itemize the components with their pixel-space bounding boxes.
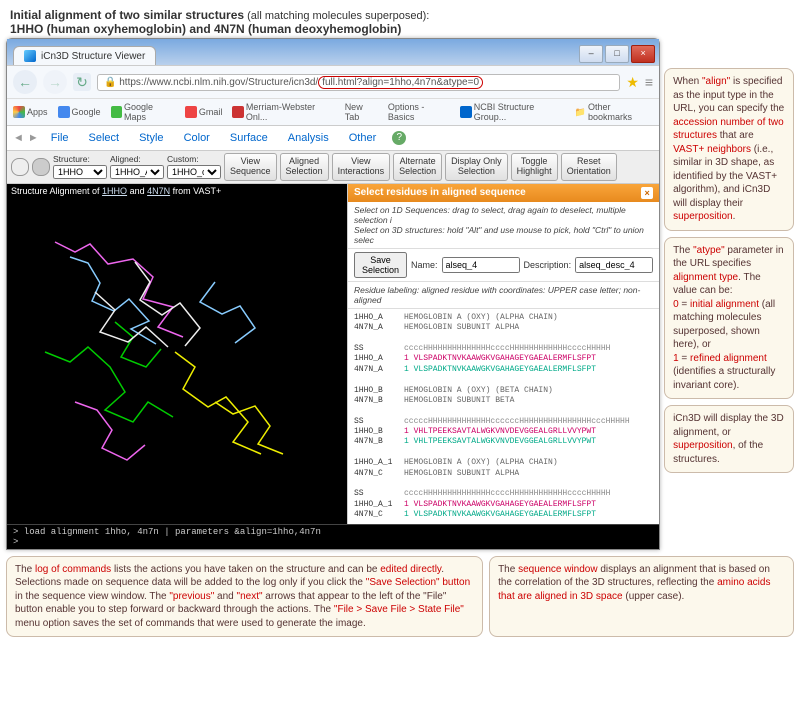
custom-select[interactable]: 1HHO_cons (167, 165, 221, 179)
close-button[interactable]: × (631, 45, 655, 63)
alternate-selection-button[interactable]: Alternate Selection (393, 153, 442, 181)
bookmark[interactable]: Google (58, 106, 101, 118)
prev-icon[interactable]: ◄ (13, 132, 24, 144)
menu-other[interactable]: Other (341, 130, 385, 146)
bookmark[interactable]: Merriam-Webster Onl... (232, 102, 334, 122)
residue-label-help: Residue labeling: aligned residue with c… (348, 282, 659, 309)
command-log[interactable]: > load alignment 1hho, 4n7n | parameters… (7, 524, 659, 549)
seq-help: Select on 1D Sequences: drag to select, … (348, 202, 659, 249)
title-bold: Initial alignment of two similar structu… (10, 8, 244, 22)
sequence-panel: Select residues in aligned sequence × Sel… (347, 184, 659, 524)
aligned-select[interactable]: 1HHO_A (110, 165, 164, 179)
save-selection-button[interactable]: Save Selection (354, 252, 407, 278)
bookmark[interactable]: Options - Basics (388, 102, 450, 122)
url-highlighted: full.html?align=1hho,4n7n&atype=0 (318, 76, 483, 89)
stage-title: Structure Alignment of 1HHO and 4N7N fro… (11, 186, 221, 196)
reload-button[interactable]: ↻ (73, 73, 91, 91)
aligned-selection-button[interactable]: Aligned Selection (280, 153, 329, 181)
menu-color[interactable]: Color (176, 130, 218, 146)
menu-analysis[interactable]: Analysis (280, 130, 337, 146)
bookmark[interactable]: New Tab (345, 102, 378, 122)
view-sequence-button[interactable]: View Sequence (224, 153, 277, 181)
browser-tab[interactable]: iCn3D Structure Viewer (13, 46, 156, 65)
menu-icon[interactable]: ≡ (645, 74, 653, 90)
reset-orientation-button[interactable]: Reset Orientation (561, 153, 617, 181)
maximize-button[interactable]: □ (605, 45, 629, 63)
app-menubar: ◄ ► File Select Style Color Surface Anal… (7, 126, 659, 150)
note-atype: The "atype" parameter in the URL specifi… (664, 237, 794, 400)
selection-name-input[interactable] (442, 257, 520, 273)
sequence-body[interactable]: 1HHO_AHEMOGLOBIN A (OXY) (ALPHA CHAIN) 4… (348, 309, 659, 524)
view-interactions-button[interactable]: View Interactions (332, 153, 391, 181)
structure-select[interactable]: 1HHO (53, 165, 107, 179)
bookmark[interactable]: NCBI Structure Group... (460, 102, 564, 122)
forward-button[interactable]: → (43, 70, 67, 94)
seq-header: Select residues in aligned sequence (354, 187, 526, 199)
3d-viewer[interactable]: Structure Alignment of 1HHO and 4N7N fro… (7, 184, 347, 524)
bookmark[interactable]: Google Maps (111, 102, 175, 122)
structure-render (15, 202, 335, 512)
apps-bookmark[interactable]: Apps (13, 106, 48, 118)
note-sequence-window: The sequence window displays an alignmen… (489, 556, 794, 638)
other-bookmarks[interactable]: 📁 Other bookmarks (575, 102, 653, 122)
toggle-none-icon[interactable] (32, 158, 50, 176)
minimize-button[interactable]: – (579, 45, 603, 63)
toggle-highlight-button[interactable]: Toggle Highlight (511, 153, 558, 181)
help-icon[interactable]: ? (392, 131, 406, 145)
menu-select[interactable]: Select (81, 130, 128, 146)
toggle-all-icon[interactable] (11, 158, 29, 176)
favorite-icon[interactable]: ★ (626, 74, 639, 91)
app-icon (24, 50, 36, 62)
menu-surface[interactable]: Surface (222, 130, 276, 146)
toolbar: Structure:1HHO Aligned:1HHO_A Custom:1HH… (7, 150, 659, 184)
close-panel-icon[interactable]: × (641, 187, 653, 199)
display-only-button[interactable]: Display Only Selection (445, 153, 508, 181)
selection-desc-input[interactable] (575, 257, 653, 273)
browser-window: iCn3D Structure Viewer – □ × ← → ↻ 🔒 htt… (6, 38, 660, 550)
bookmarks-bar: Apps Google Google Maps Gmail Merriam-We… (7, 98, 659, 125)
page-header: Initial alignment of two similar structu… (0, 0, 800, 38)
next-icon[interactable]: ► (28, 132, 39, 144)
bookmark[interactable]: Gmail (185, 106, 223, 118)
subtitle: 1HHO (human oxyhemoglobin) and 4N7N (hum… (10, 22, 401, 36)
note-align: When "align" is specified as the input t… (664, 68, 794, 231)
menu-file[interactable]: File (43, 130, 77, 146)
back-button[interactable]: ← (13, 70, 37, 94)
address-bar[interactable]: 🔒 https://www.ncbi.nlm.nih.gov/Structure… (97, 74, 620, 91)
note-commandlog: The log of commands lists the actions yo… (6, 556, 483, 638)
note-superposition: iCn3D will display the 3D alignment, or … (664, 405, 794, 473)
menu-style[interactable]: Style (131, 130, 171, 146)
